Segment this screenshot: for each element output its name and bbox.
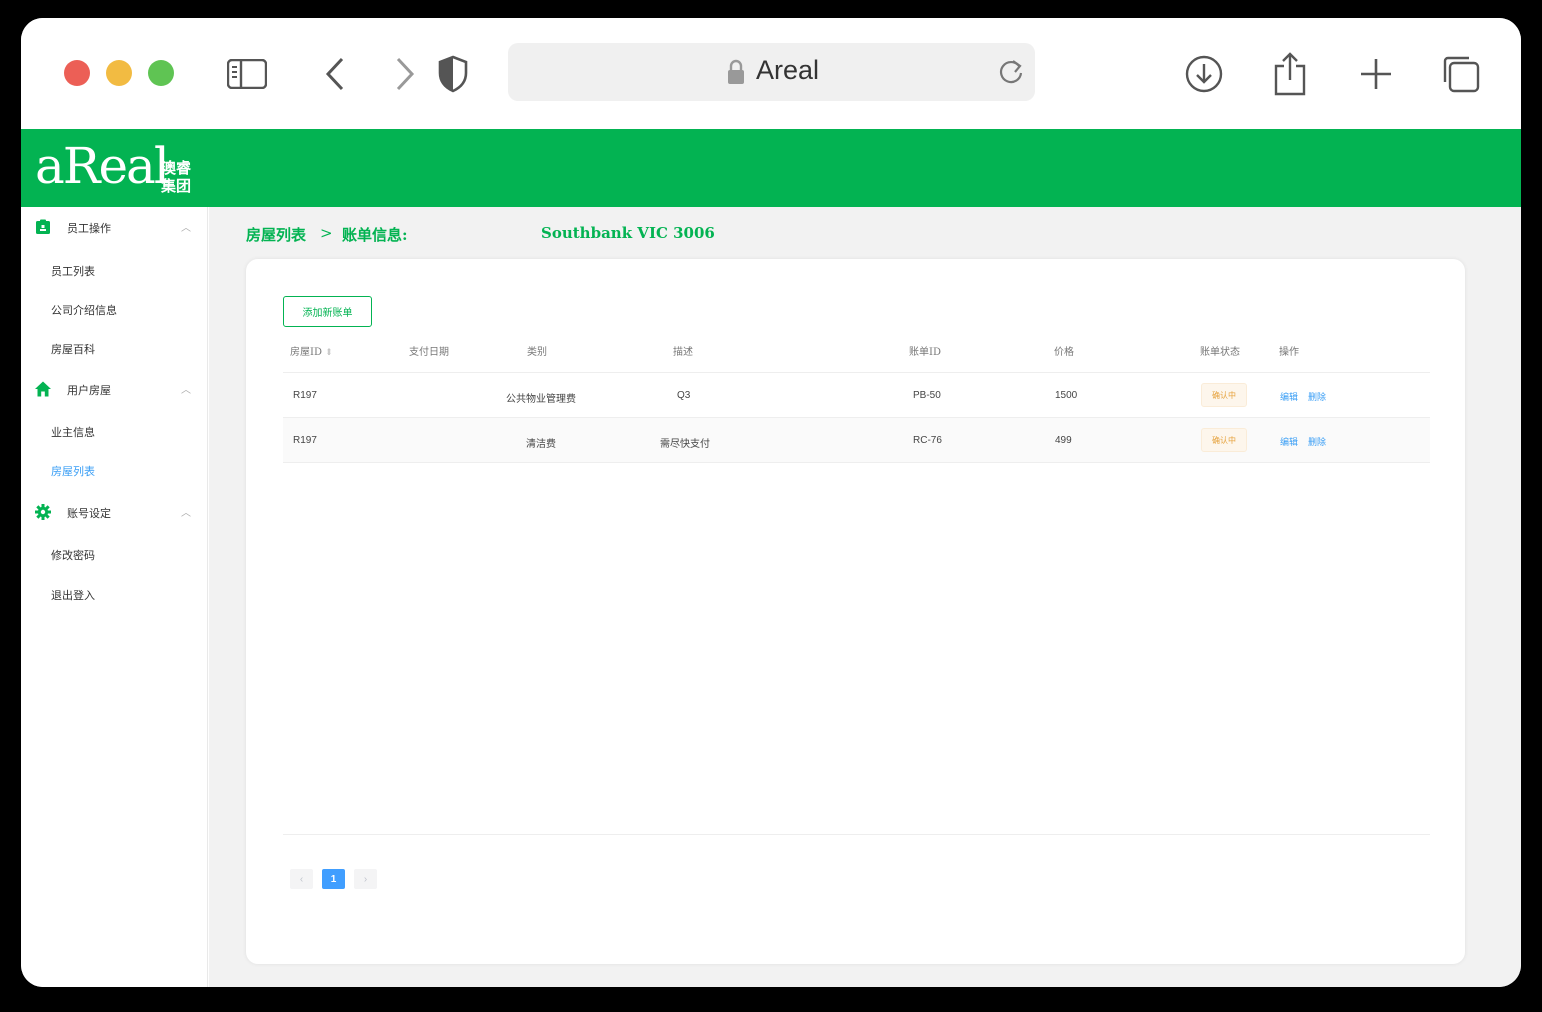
minimize-window-button[interactable]: [106, 60, 132, 86]
cell-category: 清洁费: [526, 439, 556, 450]
pagination-divider: [283, 834, 1430, 835]
cell-category: 公共物业管理费: [506, 394, 576, 405]
breadcrumb-separator: >: [320, 224, 333, 242]
edit-link[interactable]: 编辑: [1280, 435, 1298, 448]
lock-icon: [726, 59, 746, 89]
clipboard-icon: [35, 219, 51, 235]
sidebar-group-label: 用户房屋: [67, 384, 111, 397]
reload-icon[interactable]: [997, 57, 1025, 91]
sidebar-item-change-password[interactable]: 修改密码: [51, 547, 95, 563]
downloads-icon[interactable]: [1182, 52, 1226, 96]
column-header-actions: 操作: [1279, 347, 1299, 358]
brand-logo-cn: 澳睿集团: [161, 159, 192, 195]
brand-logo[interactable]: aReal: [35, 137, 170, 195]
delete-link[interactable]: 删除: [1308, 435, 1326, 448]
cell-house-id: R197: [293, 390, 317, 401]
cell-bill-id: RC-76: [913, 435, 942, 446]
column-header-description: 描述: [673, 347, 693, 358]
table-row: R197 公共物业管理费 Q3 PB-50 1500 确认中 编辑 删除: [283, 372, 1430, 417]
gear-icon: [35, 504, 51, 520]
pagination-prev-button[interactable]: ‹: [290, 869, 313, 889]
status-badge: 确认中: [1201, 383, 1247, 407]
column-header-house-id[interactable]: 房屋ID ⇕: [290, 343, 333, 358]
share-icon[interactable]: [1268, 52, 1312, 96]
browser-toolbar: Areal: [21, 18, 1521, 129]
chevron-up-icon: ︿: [181, 223, 191, 234]
cell-description: 需尽快支付: [660, 439, 710, 450]
main-content: 房屋列表 > 账单信息: Southbank VIC 3006 添加新账单 房屋…: [209, 207, 1521, 987]
sidebar-group-label: 账号设定: [67, 507, 111, 520]
pagination-next-button[interactable]: ›: [354, 869, 377, 889]
address-bar[interactable]: Areal: [508, 43, 1035, 101]
sidebar-item-owner-info[interactable]: 业主信息: [51, 424, 95, 440]
edit-link[interactable]: 编辑: [1280, 390, 1298, 403]
column-header-pay-date: 支付日期: [409, 347, 449, 358]
status-badge: 确认中: [1201, 428, 1247, 452]
breadcrumb-house-list[interactable]: 房屋列表: [246, 224, 306, 245]
sidebar-group-user-houses[interactable]: 用户房屋 ︿: [21, 369, 208, 409]
column-header-price: 价格: [1054, 347, 1074, 358]
new-tab-icon[interactable]: [1354, 52, 1398, 96]
add-bill-button[interactable]: 添加新账单: [283, 296, 372, 327]
table-row: R197 清洁费 需尽快支付 RC-76 499 确认中 编辑 删除: [283, 417, 1430, 462]
back-icon[interactable]: [314, 52, 358, 96]
column-header-status: 账单状态: [1200, 347, 1240, 358]
privacy-shield-icon[interactable]: [431, 52, 475, 96]
cell-bill-id: PB-50: [913, 390, 941, 401]
cell-house-id: R197: [293, 435, 317, 446]
browser-window: Areal aReal 澳睿集团 员工操作 ︿ 员工列表 公司介绍信息 房屋百科…: [21, 18, 1521, 987]
bill-card: 添加新账单 房屋ID ⇕ 支付日期 类别 描述 账单ID 价格 账单状态 操作 …: [246, 259, 1465, 964]
sidebar-item-house-list[interactable]: 房屋列表: [51, 463, 95, 479]
sidebar-group-account[interactable]: 账号设定 ︿: [21, 492, 208, 532]
sidebar-item-company-info[interactable]: 公司介绍信息: [51, 302, 117, 318]
property-address: Southbank VIC 3006: [541, 224, 715, 242]
cell-price: 1500: [1055, 390, 1078, 401]
sidebar-item-logout[interactable]: 退出登入: [51, 587, 95, 603]
sort-icon[interactable]: ⇕: [325, 348, 333, 358]
chevron-up-icon: ︿: [181, 385, 191, 396]
app-header: aReal 澳睿集团: [21, 129, 1521, 207]
tab-overview-icon[interactable]: [1439, 52, 1483, 96]
sidebar-group-staff[interactable]: 员工操作 ︿: [21, 207, 208, 247]
table-divider: [283, 462, 1430, 463]
delete-link[interactable]: 删除: [1308, 390, 1326, 403]
column-header-bill-id: 账单ID: [909, 347, 941, 358]
sidebar-group-label: 员工操作: [67, 222, 111, 235]
home-icon: [35, 381, 51, 397]
chevron-up-icon: ︿: [181, 508, 191, 519]
close-window-button[interactable]: [64, 60, 90, 86]
sidebar-toggle-icon[interactable]: [225, 52, 269, 96]
zoom-window-button[interactable]: [148, 60, 174, 86]
pagination-page-1[interactable]: 1: [322, 869, 345, 889]
cell-price: 499: [1055, 435, 1072, 446]
cell-description: Q3: [677, 390, 691, 401]
column-header-category: 类别: [527, 347, 547, 358]
breadcrumb-bill-info: 账单信息:: [342, 226, 408, 244]
sidebar-item-staff-list[interactable]: 员工列表: [51, 263, 95, 279]
sidebar: 员工操作 ︿ 员工列表 公司介绍信息 房屋百科 用户房屋 ︿ 业主信息 房屋列表…: [21, 207, 208, 987]
forward-icon[interactable]: [382, 52, 426, 96]
address-text: Areal: [756, 55, 820, 85]
sidebar-item-house-wiki[interactable]: 房屋百科: [51, 341, 95, 357]
